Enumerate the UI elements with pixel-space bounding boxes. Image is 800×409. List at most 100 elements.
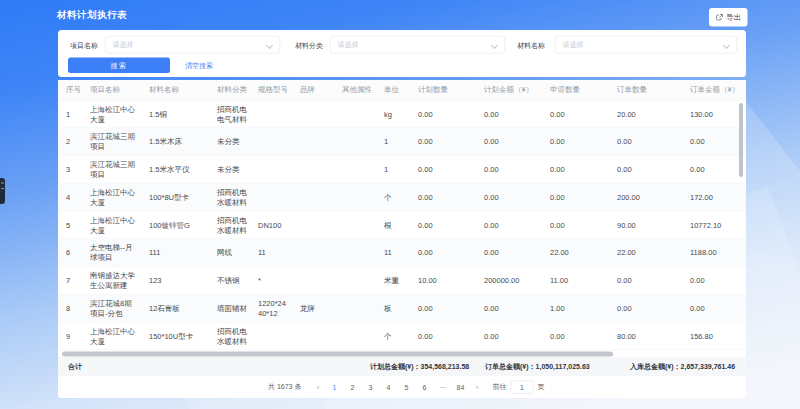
table-cell: 南钢盛达大学生公寓新建 — [82, 267, 141, 295]
export-button[interactable]: 导出 — [709, 8, 748, 27]
table-cell: 1 — [376, 128, 410, 156]
table-cell: 0.00 — [476, 128, 542, 156]
table-cell — [334, 239, 376, 267]
collapsed-drawer-handle[interactable] — [0, 178, 5, 204]
table-row: 8滨江花城8期项目-分包12石膏板墙面辅材1220*2440*12龙牌板0.00… — [58, 294, 746, 322]
table-cell: 招商机电水暖材料 — [209, 183, 250, 211]
select-placeholder: 请选择 — [113, 40, 134, 49]
table-cell: 1.5米木床 — [141, 128, 209, 156]
data-table-panel: 序号项目名称材料名称材料分类规格型号品牌其他属性单位计划数量计划金额（¥）申请数… — [58, 80, 746, 398]
page-button-4[interactable]: 4 — [379, 383, 397, 391]
table-cell: 0.00 — [682, 128, 746, 156]
table-cell: 板 — [376, 294, 410, 322]
page-button-3[interactable]: 3 — [361, 383, 379, 391]
table-cell: 6 — [58, 239, 82, 267]
page-button-2[interactable]: 2 — [343, 383, 361, 391]
table-cell — [334, 211, 376, 239]
pagination-bar: 共 1673 条 ‹ 123456···84 › 前往 1 页 — [58, 376, 746, 398]
table-cell: 个 — [376, 322, 410, 350]
horizontal-scrollbar-thumb[interactable] — [62, 352, 613, 357]
column-header: 计划金额（¥） — [476, 80, 542, 100]
table-cell: 9 — [58, 322, 82, 350]
total-count: 共 1673 条 — [268, 383, 301, 392]
table-cell: 滨江花城三期项目 — [82, 128, 141, 156]
table-cell: 0.00 — [609, 128, 682, 156]
table-cell: 11.00 — [542, 267, 609, 295]
table-cell: 0.00 — [410, 294, 476, 322]
table-cell: 0.00 — [609, 156, 682, 184]
table-cell: 0.00 — [542, 183, 609, 211]
page-title: 材料计划执行表 — [57, 9, 127, 22]
column-header: 计划数量 — [410, 80, 476, 100]
table-cell: 111 — [141, 239, 209, 267]
chevron-down-icon — [492, 42, 498, 48]
chevron-down-icon — [724, 42, 730, 48]
table-cell — [292, 183, 334, 211]
table-cell — [250, 156, 292, 184]
table-cell: 0.00 — [410, 128, 476, 156]
table-cell: 0.00 — [609, 294, 682, 322]
export-label: 导出 — [726, 13, 741, 23]
filter-select-1[interactable]: 请选择 — [330, 36, 505, 54]
table-cell: 龙牌 — [292, 294, 334, 322]
table-cell: 上海松江中心大厦 — [82, 211, 141, 239]
material-plan-table: 序号项目名称材料名称材料分类规格型号品牌其他属性单位计划数量计划金额（¥）申请数… — [58, 80, 746, 350]
filter-select-0[interactable]: 请选择 — [105, 36, 280, 54]
table-cell: 招商机电水暖材料 — [209, 322, 250, 350]
table-cell: 0.00 — [410, 211, 476, 239]
page-button-6[interactable]: 6 — [415, 383, 433, 391]
table-cell: 123 — [141, 267, 209, 295]
table-cell: 0.00 — [609, 267, 682, 295]
table-cell: 156.80 — [682, 322, 746, 350]
column-header: 材料分类 — [209, 80, 250, 100]
table-cell — [334, 294, 376, 322]
table-cell: 太空电梯--月球项目 — [82, 239, 141, 267]
filter-label-2: 材料名称 — [517, 41, 545, 50]
table-cell: 0.00 — [682, 267, 746, 295]
table-cell: 0.00 — [476, 322, 542, 350]
next-page-button[interactable]: › — [469, 383, 484, 392]
page-button-1[interactable]: 1 — [325, 383, 343, 391]
table-cell: 22.00 — [609, 239, 682, 267]
column-header: 序号 — [58, 80, 82, 100]
table-cell — [292, 211, 334, 239]
table-cell: 未分类 — [209, 128, 250, 156]
table-cell: 米重 — [376, 267, 410, 295]
table-cell: 12石膏板 — [141, 294, 209, 322]
table-cell: 1.5米水平仪 — [141, 156, 209, 184]
table-cell: 不锈钢 — [209, 267, 250, 295]
page-button-84[interactable]: 84 — [451, 383, 469, 391]
table-cell: 1188.00 — [682, 239, 746, 267]
goto-page-input[interactable]: 1 — [510, 381, 533, 394]
clear-search-link[interactable]: 清空搜索 — [185, 61, 213, 70]
table-cell: 0.00 — [476, 239, 542, 267]
goto-label: 前往 — [492, 383, 506, 392]
table-cell — [250, 128, 292, 156]
plan-total-amount: 计划总金额(¥)：354,568,213.58 — [370, 363, 469, 372]
table-cell: 200.00 — [609, 183, 682, 211]
search-button[interactable]: 搜索 — [68, 58, 170, 74]
prev-page-button[interactable]: ‹ — [310, 383, 325, 392]
table-cell: 11 — [376, 239, 410, 267]
table-cell: 1 — [376, 156, 410, 184]
table-cell: 0.00 — [476, 211, 542, 239]
filter-select-2[interactable]: 请选择 — [555, 36, 737, 54]
column-header: 品牌 — [292, 80, 334, 100]
filter-label-0: 项目名称 — [70, 41, 98, 50]
table-cell: DN100 — [250, 211, 292, 239]
table-cell: 0.00 — [682, 294, 746, 322]
table-cell: 100镀锌管G — [141, 211, 209, 239]
table-cell: 0.00 — [410, 100, 476, 128]
table-cell: 20.00 — [609, 100, 682, 128]
table-cell — [292, 128, 334, 156]
table-cell: 0.00 — [542, 211, 609, 239]
column-header: 申请数量 — [542, 80, 609, 100]
vertical-scrollbar-thumb[interactable] — [739, 103, 743, 177]
table-cell — [250, 100, 292, 128]
page-button-5[interactable]: 5 — [397, 383, 415, 391]
page-ellipsis[interactable]: ··· — [433, 383, 451, 391]
table-cell: 0.00 — [410, 322, 476, 350]
column-header: 其他属性 — [334, 80, 376, 100]
table-cell — [334, 183, 376, 211]
export-icon — [715, 13, 723, 21]
